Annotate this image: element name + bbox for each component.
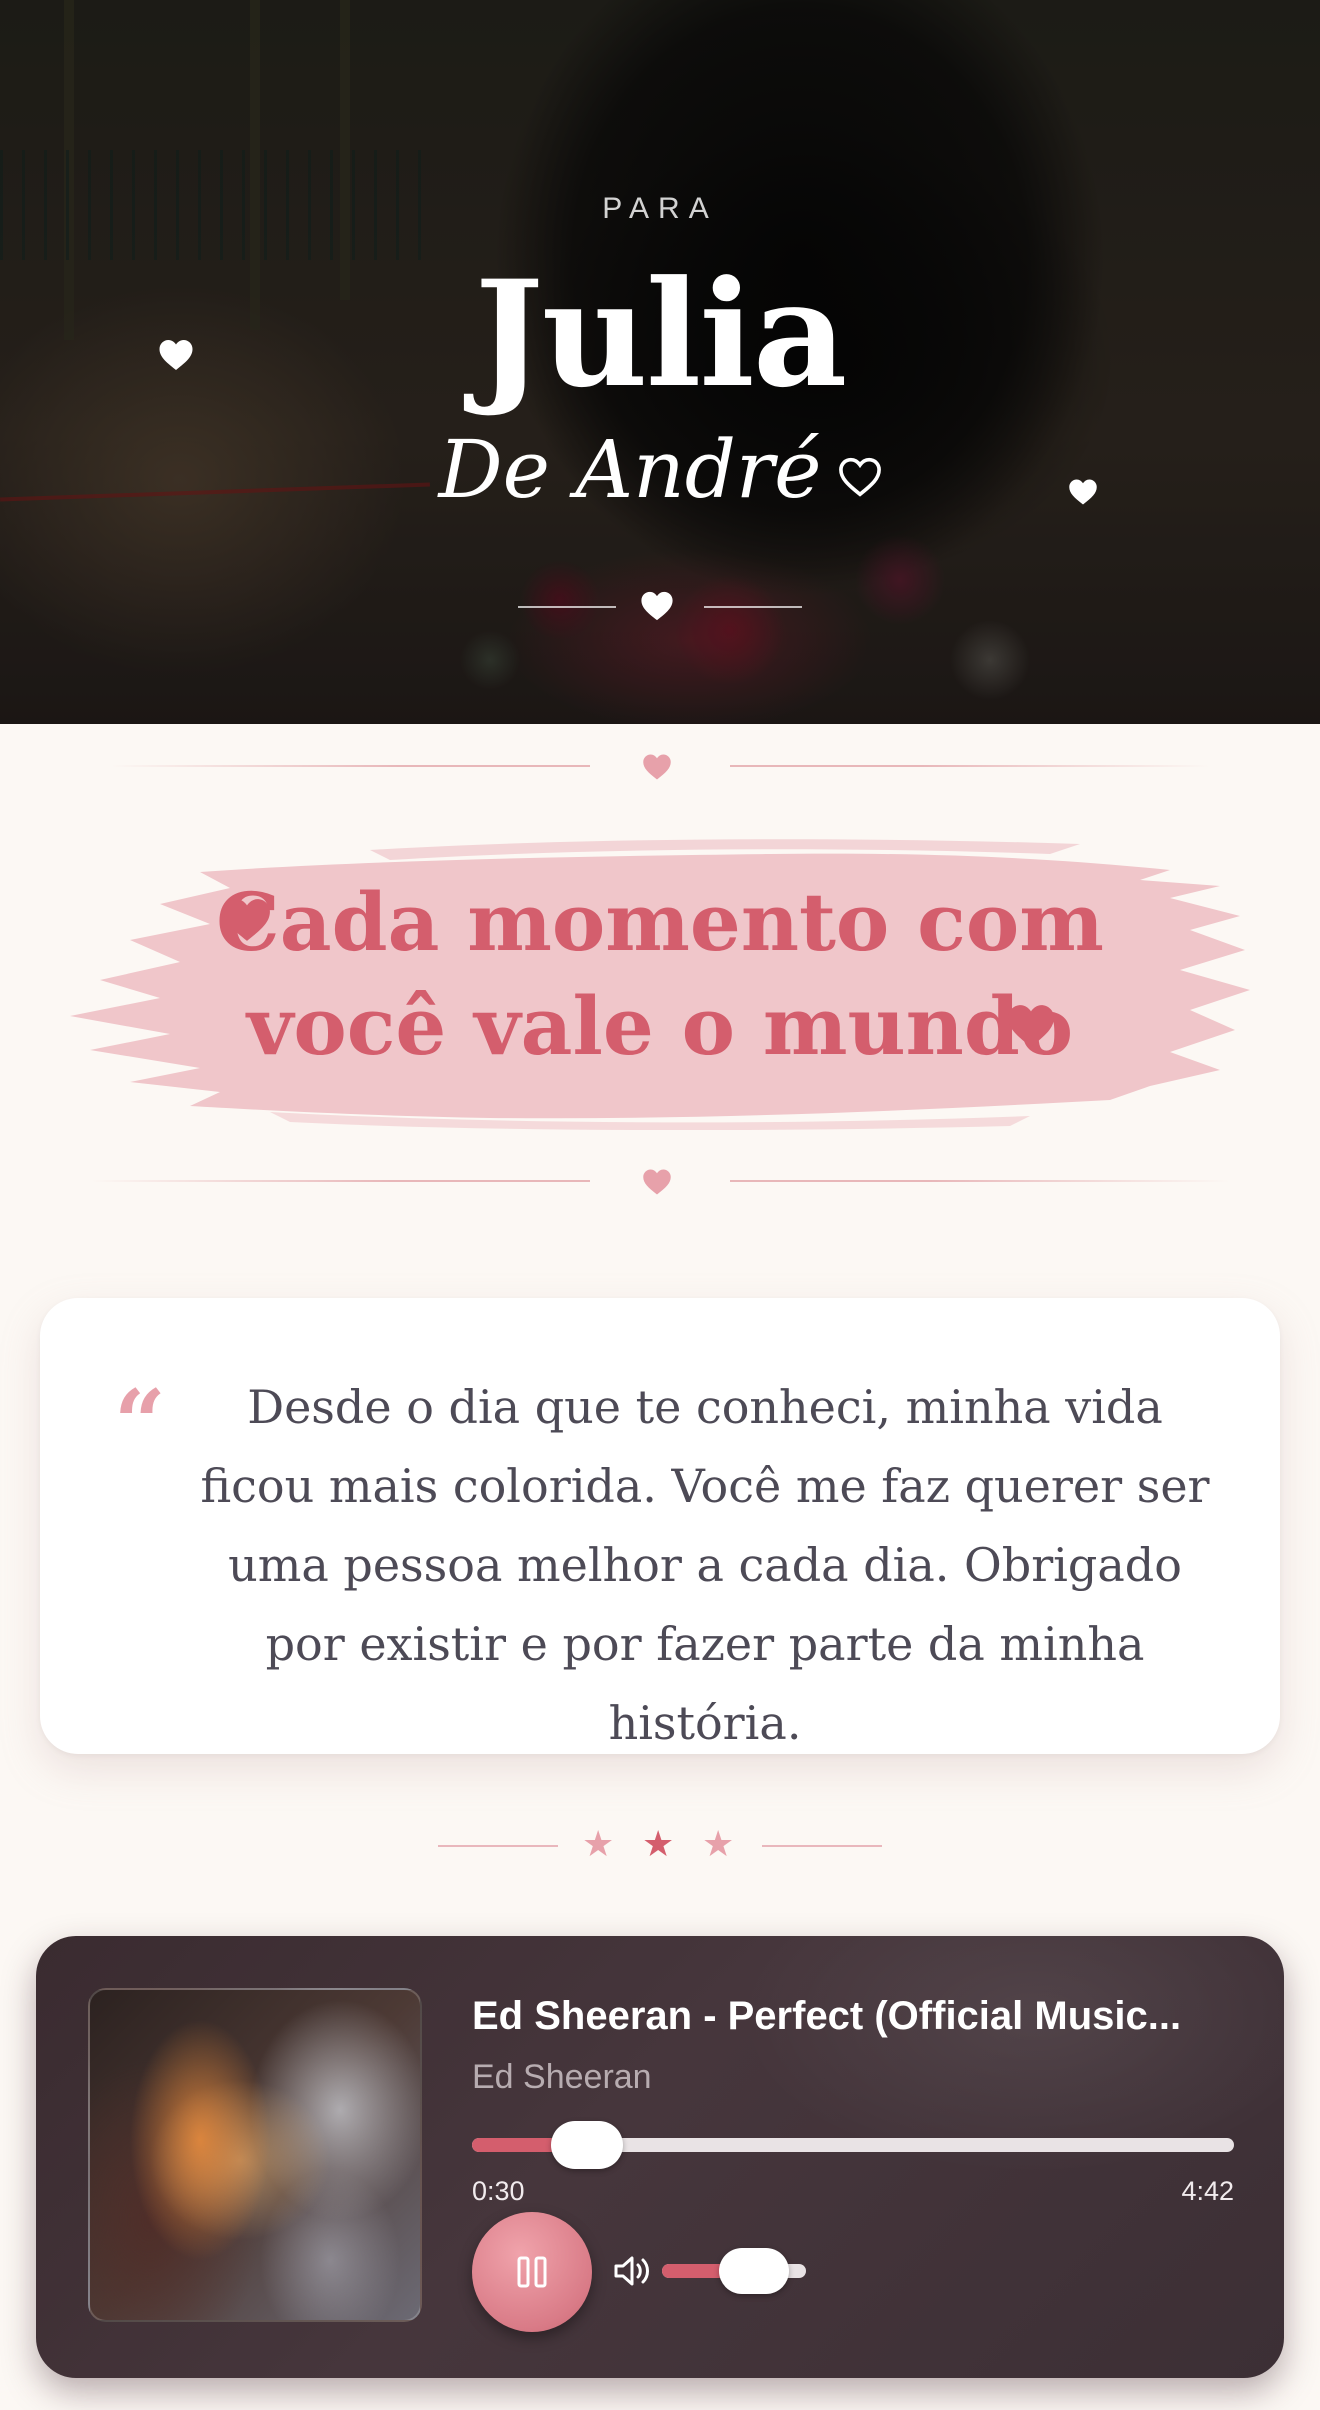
volume-icon[interactable] [612,2254,652,2292]
divider-line [90,1180,590,1182]
hero-sender-name: De André [438,423,822,516]
heart-icon [642,1168,672,1200]
heart-icon [222,897,272,947]
hero-section: PARA Julia De André [0,0,1320,724]
heart-icon [642,753,672,785]
progress-bar[interactable] [472,2121,1234,2169]
album-cover [88,1988,422,2322]
star-icon: ★ [702,1824,735,1865]
pause-icon [517,2256,547,2288]
hero-sender-line: De André [0,420,1320,520]
heart-icon [1068,478,1098,510]
hero-divider-line [704,606,802,608]
current-time: 0:30 [472,2176,525,2206]
star-icon: ★ [582,1824,615,1865]
divider-line [762,1845,882,1847]
banner-headline: Cada momento com você vale o mundo [0,870,1320,1078]
star-icon: ★ [642,1824,675,1865]
love-letter-text: Desde o dia que te conheci, minha vida f… [200,1380,1210,1750]
quote-mark-icon: “ [114,1370,166,1476]
heart-icon [1006,1003,1056,1053]
hero-recipient-name: Julia [474,249,848,420]
banner-line-1: Cada momento com [216,875,1104,969]
divider-line [730,1180,1230,1182]
music-player: Ed Sheeran - Perfect (Official Music... … [36,1936,1284,2378]
heart-icon [158,338,194,376]
outline-heart-icon [838,420,882,520]
divider-line [730,765,1210,767]
divider-line [438,1845,558,1847]
hero-divider-line [518,606,616,608]
divider-line [110,765,590,767]
track-title: Ed Sheeran - Perfect (Official Music... [472,1994,1182,2038]
banner-line-2: você vale o mundo [246,979,1074,1073]
pause-button[interactable] [472,2212,592,2332]
track-artist: Ed Sheeran [472,2058,652,2096]
volume-slider[interactable] [662,2248,806,2294]
hero-para-label: PARA [602,192,718,225]
volume-thumb[interactable] [719,2248,789,2294]
progress-thumb[interactable] [550,2121,623,2169]
heart-icon [640,590,674,626]
total-time: 4:42 [1181,2176,1234,2206]
